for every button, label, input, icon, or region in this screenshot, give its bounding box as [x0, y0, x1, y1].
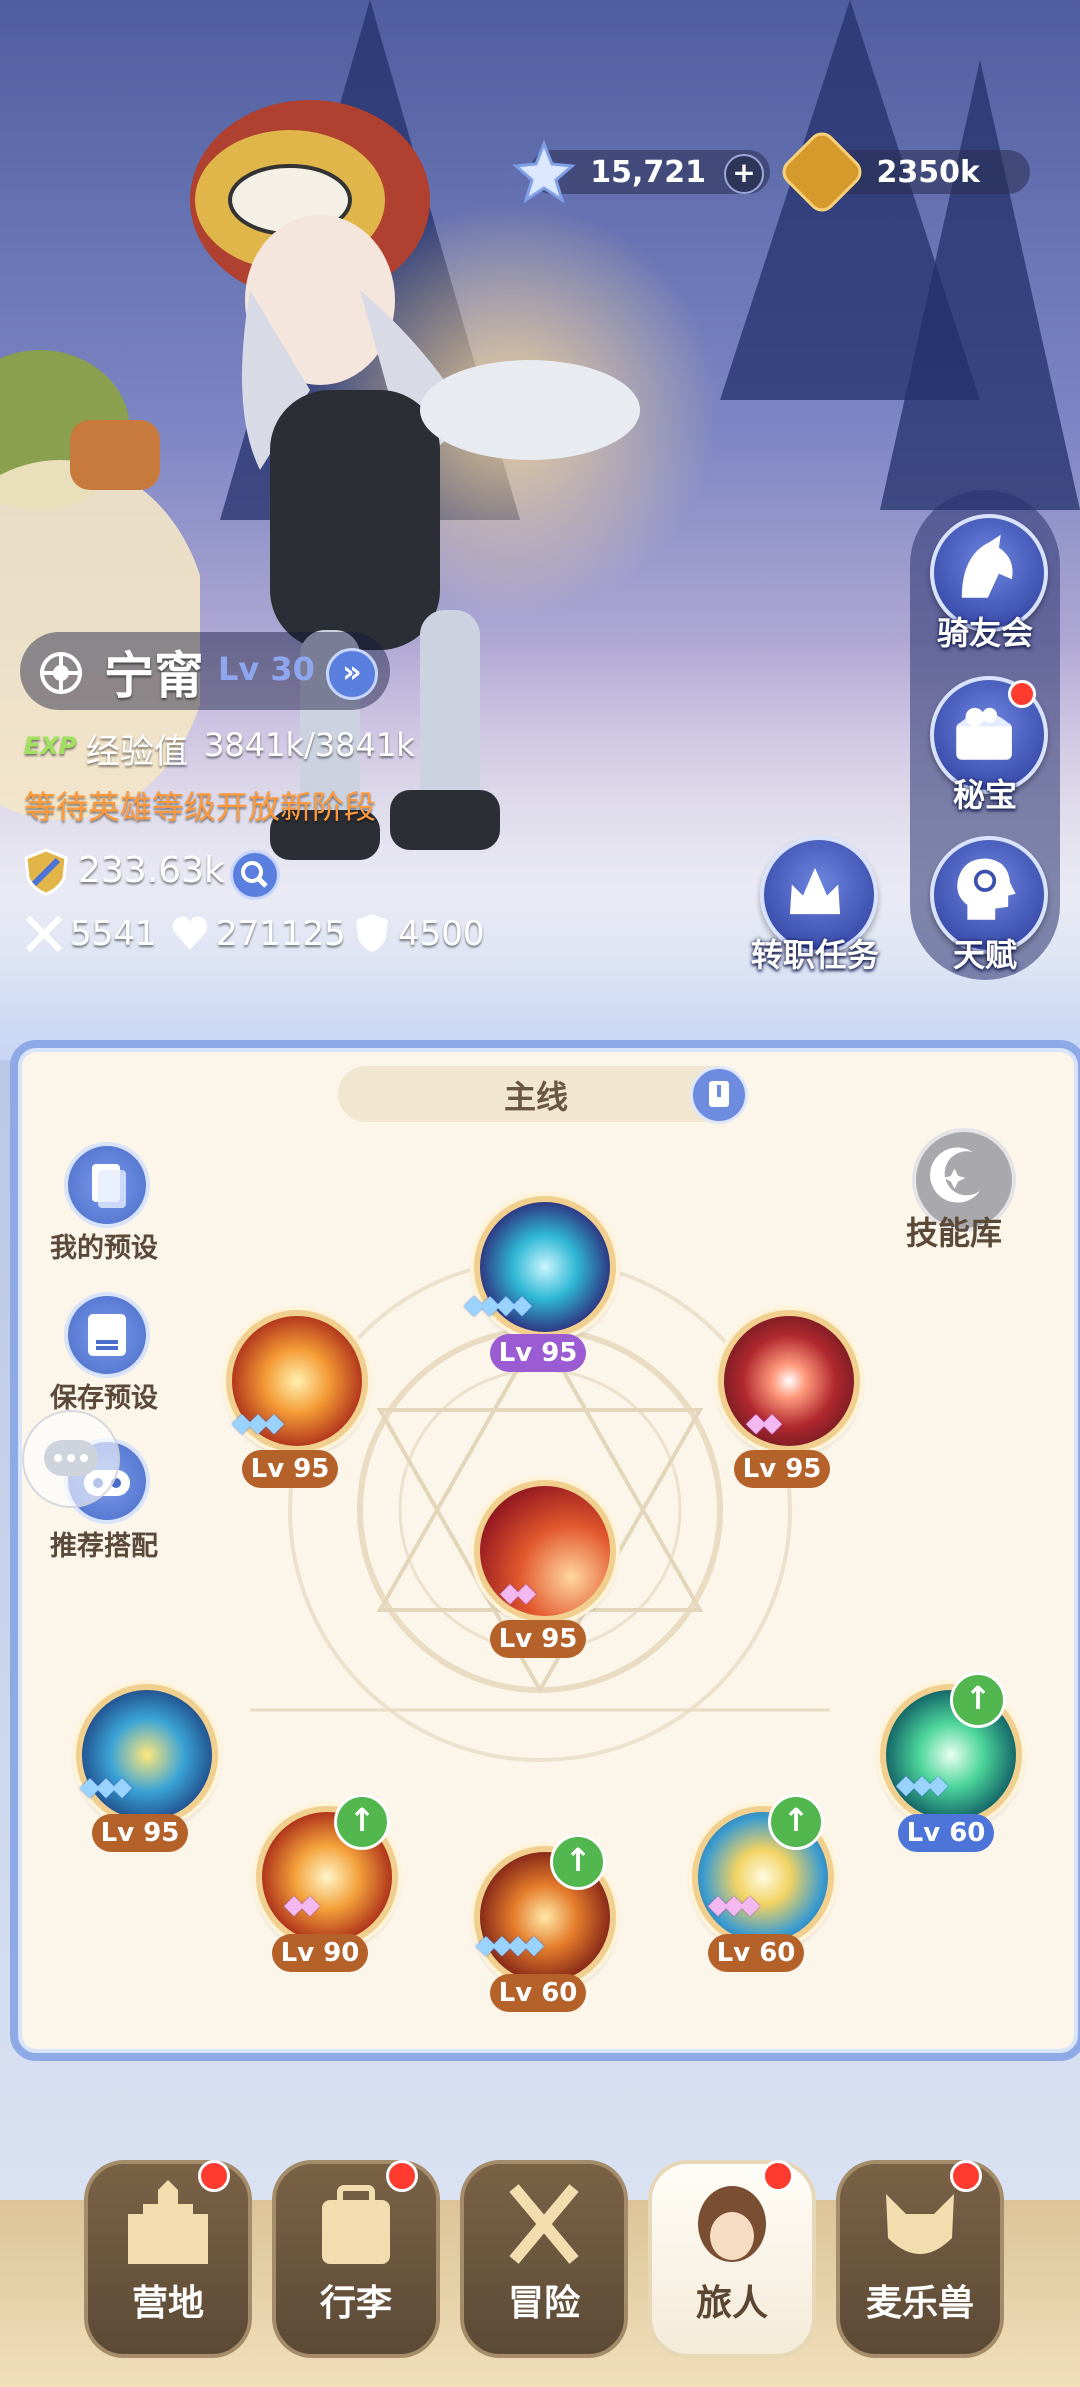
save-disk-icon: [88, 1314, 126, 1356]
skill-8-level: Lv 60: [490, 1974, 586, 2012]
hp-heart-icon: [172, 916, 208, 950]
skill-6-upgrade-icon: ↑: [950, 1672, 1006, 1728]
suitcase-icon: [322, 2185, 390, 2264]
exp-label: 经验值: [86, 732, 188, 772]
nav-mele-beast[interactable]: 麦乐兽: [836, 2160, 1004, 2358]
fox-beast-icon: [886, 2194, 954, 2254]
horse-icon: [961, 534, 1013, 598]
skill-book-button[interactable]: [690, 1066, 748, 1124]
coin-currency-value: 2350k: [876, 154, 980, 190]
traveler-avatar-icon: [698, 2186, 766, 2262]
nav-camp-badge: [198, 2160, 230, 2192]
talent-label: 天赋: [952, 936, 1017, 974]
nav-luggage-label: 行李: [319, 2283, 392, 2324]
brain-head-icon: [957, 858, 1016, 920]
skill-5-stars: ◆◆◆: [80, 1772, 132, 1802]
nav-camp[interactable]: 营地: [84, 2160, 252, 2358]
nav-luggage-badge: [386, 2160, 418, 2192]
skill-slot-3[interactable]: [718, 1310, 860, 1452]
secret-treasure-label: 秘宝: [952, 776, 1017, 814]
castle-icon: [128, 2180, 208, 2264]
skill-9-level: Lv 60: [708, 1934, 804, 1972]
crossed-swords-icon: [509, 2184, 579, 2264]
treasure-notification-badge: [1008, 680, 1036, 708]
skill-2-level: Lv 95: [242, 1450, 338, 1488]
rider-club-label: 骑友会: [936, 614, 1033, 652]
power-details-search-button[interactable]: [230, 850, 280, 900]
skill-7-level: Lv 90: [272, 1934, 368, 1972]
skill-9-upgrade-icon: ↑: [768, 1794, 824, 1850]
skill-library-label: 技能库: [906, 1214, 1003, 1252]
nav-traveler-label: 旅人: [695, 2283, 768, 2324]
chat-icon: [44, 1440, 98, 1476]
save-preset-button[interactable]: [64, 1292, 150, 1378]
nav-traveler-badge: [762, 2160, 794, 2192]
skill-slot-4[interactable]: [474, 1480, 616, 1622]
skill-1-level: Lv 95: [490, 1334, 586, 1372]
skill-1-stars: ◆◆◆◆: [464, 1290, 532, 1320]
skill-8-upgrade-icon: ↑: [550, 1834, 606, 1890]
recommended-build-label: 推荐搭配: [50, 1531, 158, 1562]
moon-sparkle-icon: [930, 1147, 981, 1203]
defense-value: 4500: [398, 914, 485, 954]
defense-shield-icon: [356, 914, 388, 952]
exp-tag: EXP: [24, 732, 77, 760]
level-up-arrow-button[interactable]: »: [326, 648, 378, 700]
nav-traveler[interactable]: 旅人: [648, 2160, 816, 2358]
skill-slot-5[interactable]: [76, 1684, 218, 1826]
class-emblem-icon: [40, 652, 82, 694]
job-quest-label: 转职任务: [750, 936, 879, 974]
attack-swords-icon: [25, 915, 63, 953]
save-preset-label: 保存预设: [50, 1383, 158, 1414]
power-shield-icon: [24, 848, 68, 896]
skill-6-level: Lv 60: [898, 1814, 994, 1852]
skill-7-stars: ◆◆: [284, 1890, 320, 1920]
skill-5-level: Lv 95: [92, 1814, 188, 1852]
nav-mele-beast-badge: [950, 2160, 982, 2192]
preset-cards-icon: [92, 1164, 126, 1208]
my-preset-label: 我的预设: [50, 1233, 158, 1264]
my-preset-button[interactable]: [64, 1142, 150, 1228]
star-currency-bar: 15,721 +: [512, 140, 770, 204]
add-stars-button[interactable]: +: [724, 154, 764, 194]
skill-7-upgrade-icon: ↑: [334, 1794, 390, 1850]
magnifier-icon: [241, 861, 268, 888]
nav-adventure[interactable]: 冒险: [460, 2160, 628, 2358]
star-gem-icon: [512, 140, 576, 204]
hero-character-illustration: [190, 100, 640, 860]
skill-2-stars: ◆◆◆: [232, 1408, 284, 1438]
crown-helmet-icon: [789, 867, 841, 915]
skill-3-level: Lv 95: [734, 1450, 830, 1488]
star-currency-value: 15,721: [590, 154, 706, 190]
attack-value: 5541: [70, 914, 157, 954]
mainline-tab-label: 主线: [504, 1078, 569, 1116]
skill-4-stars: ◆◆: [500, 1578, 536, 1608]
combat-power-value: 233.63k: [78, 850, 225, 891]
nav-luggage[interactable]: 行李: [272, 2160, 440, 2358]
hp-value: 271125: [216, 914, 346, 954]
nav-camp-label: 营地: [131, 2283, 204, 2324]
hero-level: Lv 30: [218, 650, 315, 688]
skill-8-stars: ◆◆◆◆: [476, 1930, 544, 1960]
skill-3-stars: ◆◆: [746, 1408, 782, 1438]
chat-bubble-button[interactable]: [22, 1410, 120, 1508]
coin-currency-bar: 2350k: [776, 126, 1030, 218]
exp-value: 3841k/3841k: [204, 726, 415, 764]
nav-mele-beast-label: 麦乐兽: [865, 2283, 974, 2324]
hero-name: 宁甯: [104, 647, 204, 705]
skill-6-stars: ◆◆◆: [896, 1770, 948, 1800]
skill-9-stars: ◆◆◆: [708, 1890, 760, 1920]
nav-adventure-label: 冒险: [507, 2283, 580, 2324]
book-icon: [709, 1081, 729, 1107]
level-notice: 等待英雄等级开放新阶段: [24, 788, 377, 826]
skill-4-level: Lv 95: [490, 1620, 586, 1658]
